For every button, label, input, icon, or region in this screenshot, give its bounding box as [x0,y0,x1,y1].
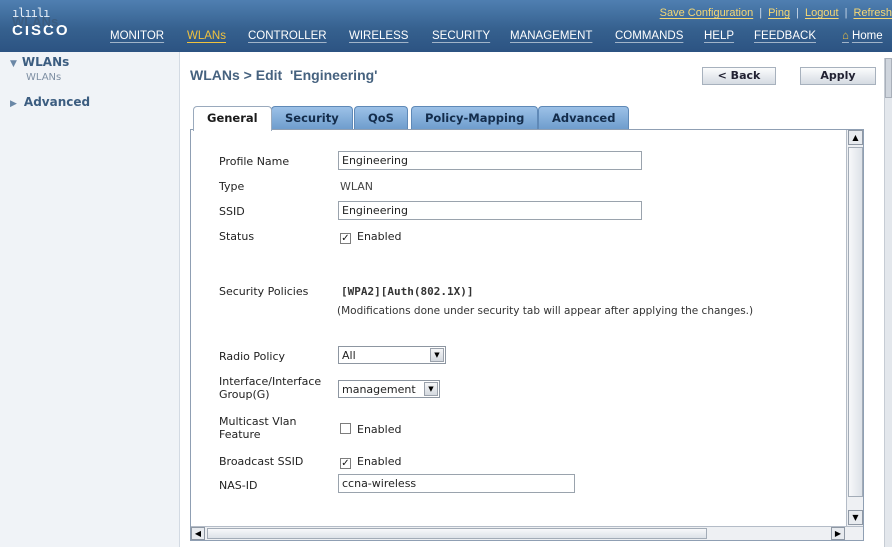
back-button[interactable]: < Back [702,67,776,85]
top-navigation-bar: ılıılı CISCO Save Configuration | Ping | Log… [0,0,892,52]
logout-link[interactable]: Logout [805,7,839,19]
radio-policy-select[interactable]: All ▼ [338,346,446,364]
ssid-label: SSID [219,205,245,218]
tab-qos[interactable]: QoS [354,106,408,129]
apply-button[interactable]: Apply [800,67,876,85]
checkbox-checked-icon[interactable]: ✓ [340,233,351,244]
sidebar-item-wlans[interactable]: ▼ WLANs [10,55,69,69]
panel-vertical-scroll-thumb[interactable] [848,147,863,497]
sidebar-subitem-wlans[interactable]: WLANs [26,72,61,83]
sidebar-item-advanced[interactable]: ▶ Advanced [10,95,90,109]
sidebar-item-label: Advanced [23,95,91,109]
utility-separator: | [844,7,848,19]
interface-group-label: Interface/Interface Group(G) [219,375,321,401]
nav-security[interactable]: SECURITY [432,30,490,42]
home-icon: ⌂ [842,30,849,42]
panel-horizontal-scroll-thumb[interactable] [207,528,707,539]
broadcast-ssid-checkbox-label: Enabled [357,455,402,468]
nas-id-input[interactable] [338,474,575,493]
dropdown-arrow-icon[interactable]: ▼ [430,348,444,362]
nav-feedback[interactable]: FEEDBACK [754,30,816,42]
main-navigation: MONITOR WLANs CONTROLLER WIRELESS SECURI… [0,30,892,48]
nav-home[interactable]: ⌂ Home [842,30,883,42]
nav-help[interactable]: HELP [704,30,734,42]
panel-vertical-scrollbar[interactable]: ▲ ▼ [846,130,863,527]
ssid-input[interactable] [338,201,642,220]
checkbox-unchecked-icon[interactable] [340,423,351,434]
multicast-vlan-label-line2: Feature [219,428,261,441]
save-configuration-link[interactable]: Save Configuration [660,7,754,19]
sidebar-item-label: WLANs [21,55,70,69]
profile-name-label: Profile Name [219,155,290,168]
scroll-down-arrow-icon[interactable]: ▼ [848,510,863,525]
interface-group-select[interactable]: management ▼ [338,380,440,398]
utility-separator: | [796,7,799,19]
scroll-left-arrow-icon[interactable]: ◀ [191,527,205,540]
expanded-arrow-icon: ▼ [10,59,17,69]
collapsed-arrow-icon: ▶ [10,99,17,109]
nas-id-label: NAS-ID [219,479,258,492]
interface-group-label-line2: Group(G) [219,388,270,401]
status-label: Status [219,230,255,243]
tab-policy-mapping[interactable]: Policy-Mapping [411,106,539,129]
nav-controller[interactable]: CONTROLLER [248,30,327,42]
checkbox-checked-icon[interactable]: ✓ [340,458,351,469]
status-checkbox[interactable]: ✓ Enabled [340,230,401,244]
page-scrollbar-thumb[interactable] [885,58,892,98]
multicast-vlan-checkbox[interactable]: Enabled [340,423,401,436]
ping-link[interactable]: Ping [768,7,790,19]
tab-general[interactable]: General [193,106,272,131]
interface-group-label-line1: Interface/Interface [219,375,322,388]
tab-advanced[interactable]: Advanced [538,106,630,129]
left-menu-title: WLANs [12,14,59,29]
type-label: Type [219,180,245,193]
tab-security[interactable]: Security [271,106,353,129]
multicast-vlan-label-line1: Multicast Vlan [219,415,297,428]
nav-home-label: Home [851,30,883,42]
multicast-vlan-label: Multicast Vlan Feature [219,415,297,441]
radio-policy-label: Radio Policy [219,350,286,363]
page-vertical-scrollbar[interactable] [884,58,892,547]
type-value: WLAN [340,180,374,193]
radio-policy-selected-value: All [342,349,356,362]
refresh-link[interactable]: Refresh [853,7,892,19]
nav-commands[interactable]: COMMANDS [615,30,683,42]
panel-horizontal-scrollbar[interactable]: ◀ ▶ [191,526,863,540]
interface-group-selected-value: management [342,383,416,396]
left-menu-panel [0,52,180,547]
utility-separator: | [759,7,763,19]
status-checkbox-label: Enabled [357,230,402,243]
nav-wlans[interactable]: WLANs [187,30,226,42]
multicast-vlan-checkbox-label: Enabled [357,423,402,436]
scroll-right-arrow-icon[interactable]: ▶ [831,527,845,540]
security-policies-label: Security Policies [219,285,309,298]
broadcast-ssid-checkbox[interactable]: ✓ Enabled [340,455,401,469]
dropdown-arrow-icon[interactable]: ▼ [424,382,438,396]
scroll-up-arrow-icon[interactable]: ▲ [848,130,863,145]
nav-management[interactable]: MANAGEMENT [510,30,592,42]
security-policies-value: [WPA2][Auth(802.1X)] [341,285,474,298]
security-policies-note: (Modifications done under security tab w… [337,305,754,317]
utility-links: Save Configuration | Ping | Logout | Refresh [660,7,892,19]
broadcast-ssid-label: Broadcast SSID [219,455,304,468]
nav-wireless[interactable]: WIRELESS [349,30,408,42]
nav-monitor[interactable]: MONITOR [110,30,164,42]
profile-name-input[interactable] [338,151,642,170]
page-title: WLANs > Edit 'Engineering' [190,67,378,83]
